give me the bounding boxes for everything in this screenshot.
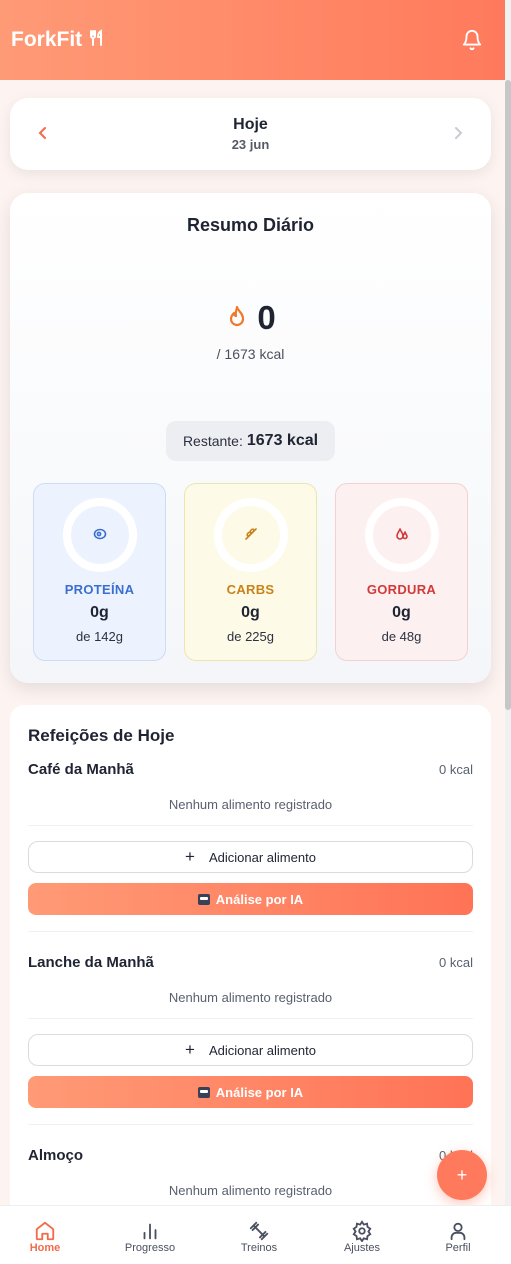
meat-icon bbox=[93, 527, 107, 544]
add-food-label: Adicionar alimento bbox=[208, 1042, 316, 1058]
meal-header: Almoço 0 kcal bbox=[28, 1144, 473, 1166]
macro-name: CARBS bbox=[226, 582, 275, 597]
robot-icon bbox=[197, 1086, 210, 1098]
remaining-calories: Restante: 1673 kcal bbox=[166, 421, 335, 461]
ai-analysis-label: Análise por IA bbox=[215, 891, 304, 907]
meal-name: Almoço bbox=[28, 1146, 84, 1164]
macro-goal: de 48g bbox=[381, 629, 422, 644]
date-value: 23 jun bbox=[231, 137, 270, 152]
meal-name: Café da Manhã bbox=[28, 760, 134, 778]
nav-workouts[interactable]: Treinos bbox=[219, 1206, 299, 1264]
carbs-progress-ring bbox=[214, 498, 288, 572]
gear-icon bbox=[352, 1220, 372, 1242]
macro-value: 0g bbox=[90, 604, 109, 621]
macro-goal: de 225g bbox=[227, 629, 274, 644]
macro-value: 0g bbox=[241, 604, 260, 621]
fat-progress-ring bbox=[365, 498, 439, 572]
user-icon bbox=[450, 1222, 466, 1241]
remaining-label: Restante: bbox=[182, 433, 243, 449]
dumbbell-icon bbox=[249, 1221, 269, 1241]
meal-breakfast: Café da Manhã 0 kcal Nenhum alimento reg… bbox=[28, 758, 473, 932]
macro-goal: de 142g bbox=[76, 629, 123, 644]
nav-label: Treinos bbox=[240, 1242, 278, 1254]
meal-header: Lanche da Manhã 0 kcal bbox=[28, 951, 473, 973]
meals-card: Refeições de Hoje Café da Manhã 0 kcal N… bbox=[10, 705, 491, 1225]
meal-header: Café da Manhã 0 kcal bbox=[28, 758, 473, 780]
wheat-icon bbox=[244, 527, 258, 544]
app-header: ForkFit bbox=[0, 0, 505, 80]
meal-divider bbox=[28, 1124, 473, 1125]
ai-analysis-button[interactable]: Análise por IA bbox=[28, 1076, 473, 1108]
protein-progress-ring bbox=[63, 498, 137, 572]
chevron-right-icon[interactable] bbox=[449, 124, 467, 145]
droplet-icon bbox=[395, 527, 409, 544]
daily-summary-card: Resumo Diário 0 / 1673 kcal Restante: 16… bbox=[10, 193, 491, 683]
add-food-label: Adicionar alimento bbox=[208, 849, 316, 865]
date-navigator: Hoje 23 jun bbox=[10, 98, 491, 170]
scrollbar[interactable] bbox=[505, 0, 511, 1205]
nav-progress[interactable]: Progresso bbox=[110, 1206, 190, 1264]
summary-title: Resumo Diário bbox=[186, 215, 315, 235]
current-date: Hoje 23 jun bbox=[232, 116, 270, 152]
nav-label: Perfil bbox=[445, 1242, 471, 1254]
macro-value: 0g bbox=[392, 604, 411, 621]
macro-protein: PROTEÍNA 0g de 142g bbox=[33, 483, 166, 661]
plus-icon: + bbox=[185, 847, 195, 866]
add-food-button[interactable]: + Adicionar alimento bbox=[28, 1034, 473, 1066]
macro-carbs: CARBS 0g de 225g bbox=[184, 483, 317, 661]
bar-chart-icon bbox=[143, 1223, 157, 1240]
calories-display: 0 bbox=[10, 299, 491, 337]
meal-empty-message: Nenhum alimento registrado bbox=[28, 990, 473, 1019]
meal-lunch: Almoço 0 kcal Nenhum alimento registrado bbox=[28, 1144, 473, 1211]
brand-name: ForkFit bbox=[11, 28, 83, 51]
nav-settings[interactable]: Ajustes bbox=[322, 1206, 402, 1264]
ai-analysis-label: Análise por IA bbox=[215, 1084, 304, 1100]
fork-knife-icon bbox=[88, 28, 106, 52]
nav-home[interactable]: Home bbox=[5, 1206, 85, 1264]
meals-heading: Refeições de Hoje bbox=[28, 726, 175, 745]
home-icon bbox=[35, 1221, 55, 1241]
meal-divider bbox=[28, 931, 473, 932]
meal-name: Lanche da Manhã bbox=[28, 953, 154, 971]
calories-consumed: 0 bbox=[257, 299, 276, 336]
nav-profile[interactable]: Perfil bbox=[418, 1206, 498, 1264]
remaining-value: 1673 kcal bbox=[246, 432, 319, 449]
plus-icon: + bbox=[456, 1164, 468, 1185]
meal-kcal: 0 kcal bbox=[439, 954, 473, 970]
bottom-nav: Home Progresso Treinos Ajustes Perfil bbox=[0, 1205, 511, 1264]
macro-fat: GORDURA 0g de 48g bbox=[335, 483, 468, 661]
macro-name: GORDURA bbox=[366, 582, 437, 597]
macro-name: PROTEÍNA bbox=[64, 582, 135, 597]
nav-label: Progresso bbox=[124, 1242, 176, 1254]
meal-morning-snack: Lanche da Manhã 0 kcal Nenhum alimento r… bbox=[28, 951, 473, 1125]
meal-empty-message: Nenhum alimento registrado bbox=[28, 797, 473, 826]
calories-goal: / 1673 kcal bbox=[216, 346, 285, 362]
brand: ForkFit bbox=[11, 28, 106, 52]
add-food-button[interactable]: + Adicionar alimento bbox=[28, 841, 473, 873]
date-title: Hoje bbox=[233, 116, 268, 133]
bell-icon[interactable] bbox=[461, 29, 483, 51]
chevron-left-icon[interactable] bbox=[34, 124, 52, 145]
robot-icon bbox=[197, 893, 210, 905]
ai-analysis-button[interactable]: Análise por IA bbox=[28, 883, 473, 915]
nav-label: Ajustes bbox=[343, 1242, 381, 1254]
flame-icon bbox=[225, 305, 249, 331]
plus-icon: + bbox=[185, 1040, 195, 1059]
nav-label: Home bbox=[29, 1242, 61, 1254]
add-meal-fab[interactable]: + bbox=[437, 1150, 487, 1200]
meal-kcal: 0 kcal bbox=[439, 761, 473, 777]
scrollbar-thumb[interactable] bbox=[505, 80, 511, 710]
